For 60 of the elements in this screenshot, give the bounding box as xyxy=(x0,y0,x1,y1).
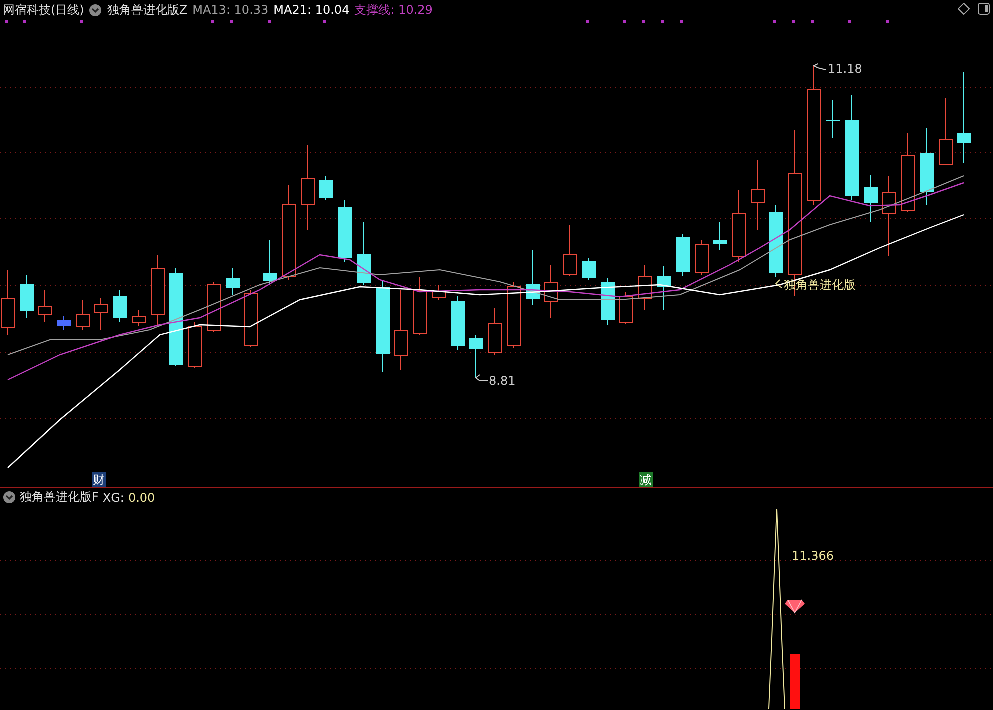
signal-bar xyxy=(790,654,800,709)
candlestick xyxy=(263,240,277,286)
candlestick xyxy=(432,284,446,300)
panel-toggle-icon[interactable] xyxy=(978,3,990,15)
legend-value: MA21: 10.04 xyxy=(274,3,350,17)
indicator-name: 独角兽进化版F xyxy=(20,489,99,506)
candlestick xyxy=(826,100,840,138)
gem-icon xyxy=(785,600,805,614)
low-price-label: 8.81 xyxy=(489,374,516,388)
candlestick xyxy=(469,334,483,378)
candlestick xyxy=(94,298,108,330)
candlestick xyxy=(939,98,953,166)
legend-label: XG: xyxy=(102,490,124,504)
candlestick xyxy=(751,160,765,230)
candlestick xyxy=(413,276,427,336)
candlestick xyxy=(244,290,258,348)
candlestick xyxy=(601,278,615,326)
candlestick xyxy=(151,254,165,326)
leader-line xyxy=(812,64,826,70)
high-price-label: 11.18 xyxy=(828,62,862,76)
legend-value: 0.00 xyxy=(128,490,156,504)
candlestick xyxy=(57,316,71,330)
candlestick xyxy=(563,224,577,276)
candlestick xyxy=(544,264,558,318)
candlestick xyxy=(713,222,727,250)
candlestick xyxy=(1,270,15,336)
candlestick xyxy=(338,200,352,262)
candlestick xyxy=(864,174,878,222)
candlestick xyxy=(207,282,221,332)
candlestick xyxy=(38,290,52,322)
peak-value-label: 11.366 xyxy=(792,549,834,563)
legend-value: MA13: 10.33 xyxy=(192,3,269,17)
candlestick xyxy=(676,234,690,276)
candlestick xyxy=(488,308,502,356)
leader-line xyxy=(775,280,782,288)
candlestick xyxy=(132,310,146,326)
candlestick xyxy=(582,258,596,280)
candlestick xyxy=(188,322,202,368)
dropdown-circle-icon[interactable] xyxy=(89,4,102,16)
candlestick xyxy=(76,300,90,330)
candlestick xyxy=(657,266,671,310)
candlestick xyxy=(638,264,652,310)
candlestick xyxy=(357,222,371,286)
candlestick xyxy=(451,296,465,350)
candlestick xyxy=(526,250,540,306)
candlestick xyxy=(226,268,240,296)
diamond-icon[interactable] xyxy=(958,3,970,15)
indicator-name: 独角兽进化版Z xyxy=(107,2,188,18)
dropdown-circle-icon[interactable] xyxy=(3,491,16,504)
security-title: 网宿科技(日线) xyxy=(3,2,84,18)
leader-line xyxy=(475,374,488,382)
candlestick xyxy=(619,292,633,324)
candlestick xyxy=(319,176,333,200)
event-marker: 财 xyxy=(92,472,106,487)
candlestick xyxy=(507,282,521,348)
candlestick xyxy=(20,274,34,318)
event-marker: 减 xyxy=(639,472,653,487)
candlestick xyxy=(113,290,127,322)
candlestick xyxy=(695,240,709,276)
legend-value: 支撑线: 10.29 xyxy=(354,2,433,18)
